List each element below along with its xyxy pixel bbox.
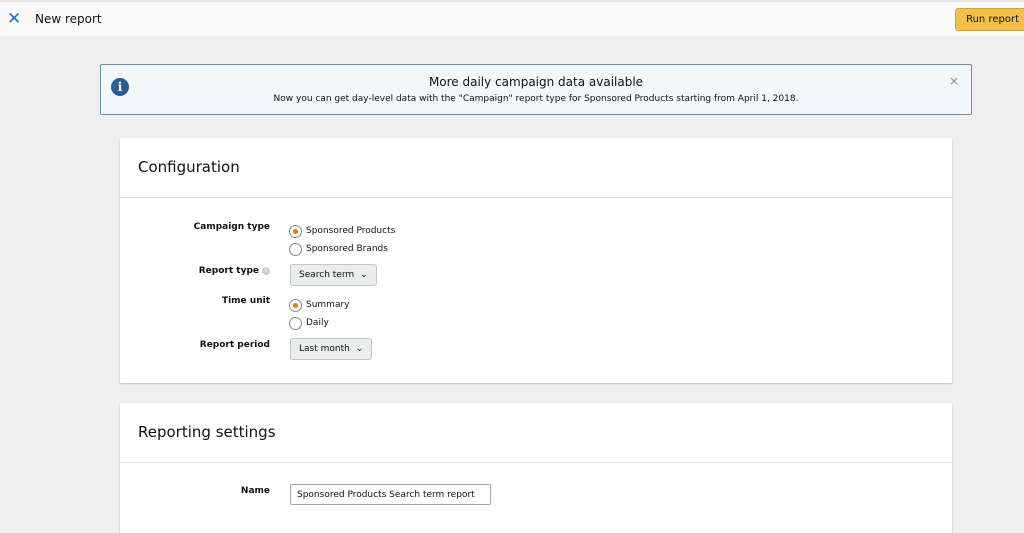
run-report-button[interactable]: Run report	[955, 8, 1024, 31]
configuration-card: Configuration Campaign type Sponsored Pr…	[120, 138, 952, 383]
report-type-label-text: Report type	[198, 266, 259, 276]
report-period-label: Report period	[199, 340, 270, 350]
top-bar: ✕ New report Run report	[0, 0, 1024, 36]
time-unit-label: Time unit	[221, 296, 270, 306]
chevron-down-icon: ⌄	[355, 344, 364, 354]
radio-sponsored-brands[interactable]: Sponsored Brands	[289, 240, 388, 258]
radio-label: Sponsored Brands	[306, 244, 388, 254]
alert-title: More daily campaign data available	[428, 75, 644, 89]
radio-sponsored-products[interactable]: Sponsored Products	[289, 222, 395, 240]
info-icon: i	[111, 78, 129, 96]
radio-label: Sponsored Products	[306, 226, 396, 236]
reporting-settings-card: Reporting settings Name Sponsored Produc…	[120, 403, 952, 533]
report-type-label: Report type i	[120, 266, 270, 276]
reporting-settings-title: Reporting settings	[120, 403, 952, 463]
info-alert: i More daily campaign data available Now…	[100, 64, 972, 115]
close-icon[interactable]: ✕	[7, 9, 23, 29]
campaign-type-label: Campaign type	[193, 222, 270, 232]
report-period-dropdown[interactable]: Last month ⌄	[290, 338, 373, 360]
info-icon[interactable]: i	[262, 266, 270, 275]
radio-label: Daily	[306, 318, 329, 328]
radio-label: Summary	[306, 300, 350, 310]
radio-icon	[289, 316, 302, 330]
alert-close-icon[interactable]: ×	[949, 74, 959, 88]
radio-icon-checked	[289, 224, 302, 238]
chevron-down-icon: ⌄	[360, 270, 368, 280]
dropdown-value: Search term	[299, 270, 355, 280]
page-title: New report	[35, 12, 102, 26]
alert-body: Now you can get day-level data with the …	[273, 94, 799, 104]
report-type-dropdown[interactable]: Search term ⌄	[290, 264, 377, 286]
radio-icon	[289, 242, 302, 256]
radio-icon-checked	[289, 298, 302, 312]
dropdown-value: Last month	[299, 344, 350, 354]
configuration-title: Configuration	[120, 138, 952, 198]
name-label: Name	[240, 486, 270, 496]
radio-summary[interactable]: Summary	[289, 296, 350, 314]
radio-daily[interactable]: Daily	[289, 314, 329, 332]
report-name-input[interactable]: Sponsored Products Search term report	[290, 484, 491, 505]
